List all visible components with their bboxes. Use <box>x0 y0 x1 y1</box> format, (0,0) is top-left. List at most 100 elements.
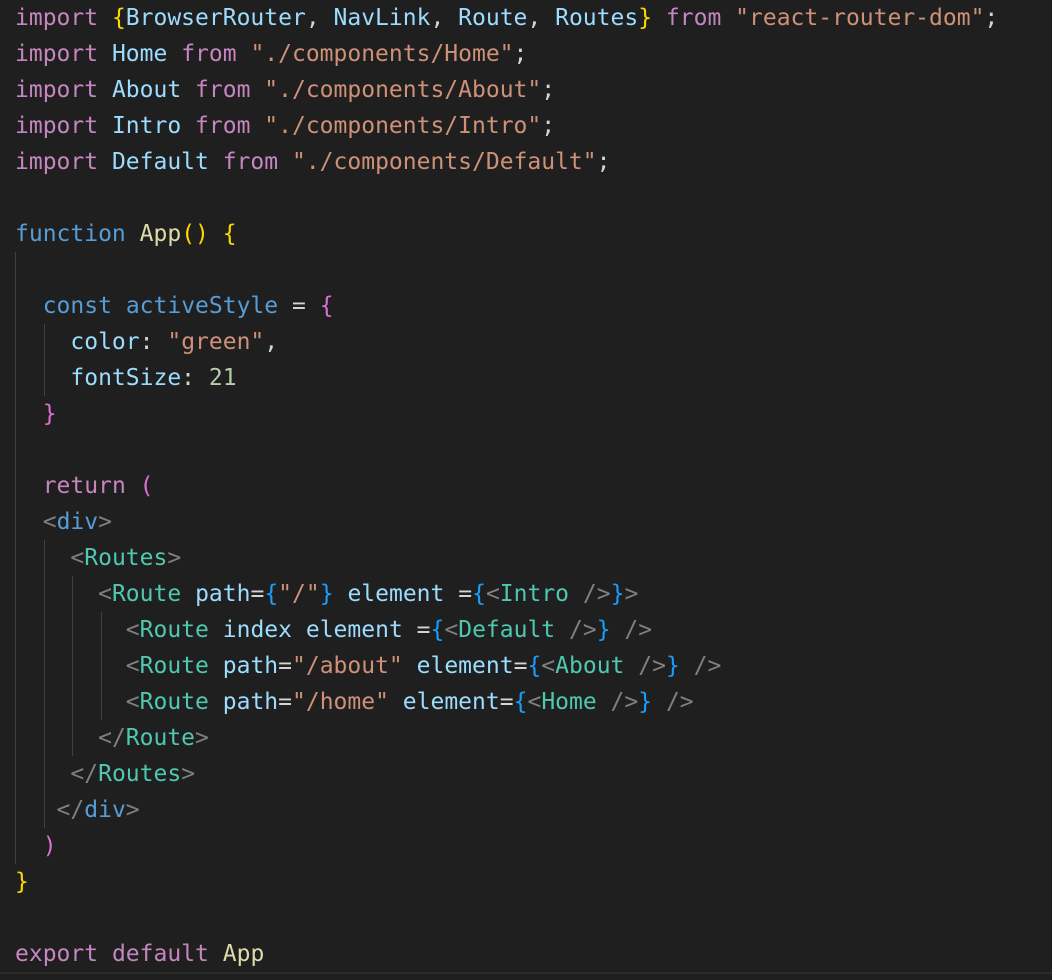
code-token: </ <box>56 797 85 823</box>
code-token: ; <box>984 5 999 31</box>
code-line[interactable]: <div> <box>15 504 998 540</box>
code-token: /> <box>652 689 694 715</box>
editor-bottom-edge <box>0 972 1052 974</box>
code-line[interactable]: fontSize: 21 <box>15 360 998 396</box>
code-line[interactable]: <Route path="/about" element={<About />}… <box>15 648 998 684</box>
code-line[interactable]: } <box>15 396 998 432</box>
code-line[interactable]: ​ <box>15 432 998 468</box>
code-token: < <box>98 581 112 607</box>
code-line[interactable]: </div> <box>15 792 998 828</box>
code-token: Route <box>111 581 182 607</box>
code-token: { <box>472 581 486 607</box>
code-token: > <box>125 797 140 823</box>
code-line[interactable]: <Route path="/home" element={<Home />} /… <box>15 684 998 720</box>
code-token: { <box>430 617 445 643</box>
code-token: "./components/Home" <box>250 41 514 67</box>
code-line[interactable]: import Default from "./components/Defaul… <box>15 144 998 180</box>
code-token: About <box>111 77 182 103</box>
code-line[interactable]: <Route index element ={<Default />} /> <box>15 612 998 648</box>
code-line[interactable]: import {BrowserRouter, NavLink, Route, R… <box>15 0 998 36</box>
code-token: ; <box>596 149 611 175</box>
code-line[interactable]: ​ <box>15 900 998 936</box>
code-token: } <box>638 689 653 715</box>
code-token: ; <box>541 77 556 103</box>
code-line[interactable]: import Intro from "./components/Intro"; <box>15 108 998 144</box>
code-token: import <box>15 113 112 139</box>
code-token: ) <box>42 833 57 859</box>
code-token: < <box>485 581 500 607</box>
code-token: Intro <box>499 581 570 607</box>
code-token: Home <box>111 41 168 67</box>
code-token: path <box>222 653 279 679</box>
code-editor[interactable]: import {BrowserRouter, NavLink, Route, R… <box>0 0 1052 980</box>
code-token: from <box>195 77 251 103</box>
code-line[interactable]: } <box>15 864 998 900</box>
code-line[interactable]: </Routes> <box>15 756 998 792</box>
code-line[interactable]: ​ <box>15 180 998 216</box>
code-token: < <box>125 653 140 679</box>
code-text[interactable]: import {BrowserRouter, NavLink, Route, R… <box>15 0 998 972</box>
code-token: ( <box>139 473 154 499</box>
code-token: BrowserRouter <box>125 5 306 31</box>
code-token: } <box>15 869 29 895</box>
code-token: > <box>167 545 182 571</box>
code-token: About <box>555 653 625 679</box>
code-token: Default <box>111 149 209 175</box>
code-token: { <box>222 221 237 247</box>
code-line[interactable]: import Home from "./components/Home"; <box>15 36 998 72</box>
code-token: from <box>665 5 722 31</box>
code-line[interactable]: ) <box>15 828 998 864</box>
code-token: import <box>15 41 112 67</box>
code-line[interactable]: <Routes> <box>15 540 998 576</box>
code-token: Route <box>125 725 196 751</box>
code-token: = <box>402 617 431 643</box>
code-token: return <box>42 473 126 499</box>
code-token: index <box>222 617 292 643</box>
code-token: App <box>222 941 265 967</box>
code-line[interactable]: import About from "./components/About"; <box>15 72 998 108</box>
code-token: element <box>416 653 514 679</box>
code-token: { <box>111 5 126 31</box>
code-line[interactable]: <Route path={"/"} element ={<Intro />}> <box>15 576 998 612</box>
code-token: from <box>181 41 237 67</box>
code-token: "/" <box>278 581 320 607</box>
code-token: fontSize <box>70 365 182 391</box>
code-line[interactable]: </Route> <box>15 720 998 756</box>
code-line[interactable]: return ( <box>15 468 998 504</box>
code-token: } <box>610 581 625 607</box>
code-line[interactable]: color: "green", <box>15 324 998 360</box>
code-line[interactable]: export default App <box>15 936 998 972</box>
code-token: element <box>347 581 445 607</box>
code-line[interactable]: const activeStyle = { <box>15 288 998 324</box>
code-token: Route <box>458 5 528 31</box>
code-token: > <box>98 509 112 535</box>
code-token: = <box>250 581 265 607</box>
code-token: , <box>527 5 556 31</box>
code-token: Routes <box>555 5 639 31</box>
code-token: activeStyle <box>125 293 279 319</box>
code-token: const <box>42 293 112 319</box>
code-line[interactable]: ​ <box>15 252 998 288</box>
code-token: = <box>278 689 292 715</box>
code-token: "./components/About" <box>264 77 542 103</box>
code-token: Routes <box>98 761 182 787</box>
code-token: div <box>84 797 126 823</box>
code-line[interactable]: function App() { <box>15 216 998 252</box>
